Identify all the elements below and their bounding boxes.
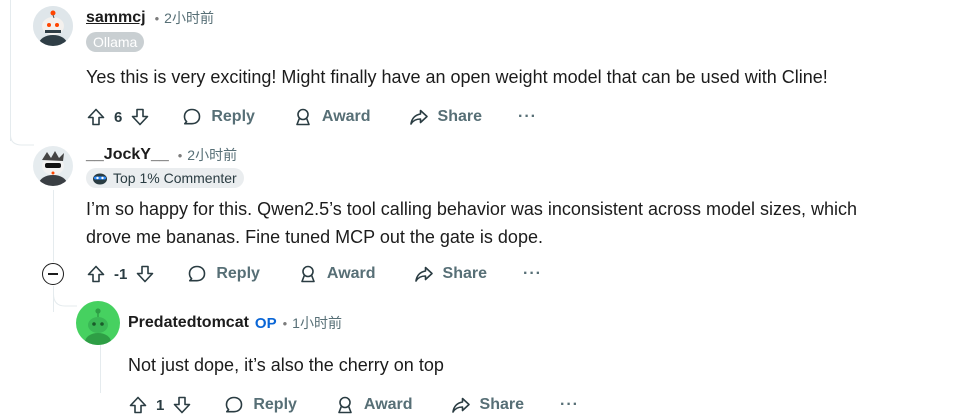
downvote-icon[interactable] xyxy=(130,107,150,127)
comment-line: drove me bananas. Fine tuned MCP out the… xyxy=(86,227,543,247)
user-flair: Top 1% Commenter xyxy=(86,168,244,188)
downvote-icon[interactable] xyxy=(135,264,155,284)
award-icon xyxy=(338,396,352,414)
upvote-icon[interactable] xyxy=(86,264,106,284)
share-label: Share xyxy=(437,108,482,125)
award-label: Award xyxy=(363,396,413,413)
username[interactable]: __JockY__ xyxy=(86,146,169,164)
thread-line xyxy=(53,190,54,262)
comment-actions: 1 Reply Award Share ··· xyxy=(128,391,579,419)
flair-label: Ollama xyxy=(93,34,138,50)
reply-label: Reply xyxy=(253,396,297,413)
more-options-button[interactable]: ··· xyxy=(560,396,579,414)
thread-connector xyxy=(53,286,77,307)
award-label: Award xyxy=(326,265,376,282)
avatar[interactable] xyxy=(33,6,73,46)
award-button[interactable]: Award xyxy=(293,107,371,127)
reply-label: Reply xyxy=(216,265,260,282)
comment-meta: Predatedtomcat OP • 1小时前 xyxy=(128,313,342,333)
share-icon xyxy=(414,266,433,282)
reply-button[interactable]: Reply xyxy=(224,395,297,415)
vote-count: 6 xyxy=(114,108,123,126)
reply-label: Reply xyxy=(211,108,255,125)
comment-actions: 6 Reply Award Share ··· xyxy=(86,103,537,131)
comment-meta: sammcj • 2小时前 xyxy=(86,8,214,28)
commenter-badge-icon xyxy=(92,171,108,185)
share-button[interactable]: Share xyxy=(451,395,524,415)
comment-meta: __JockY__ • 2小时前 xyxy=(86,145,237,165)
upvote-icon[interactable] xyxy=(128,395,148,415)
award-button[interactable]: Award xyxy=(298,264,376,284)
user-flair: Ollama xyxy=(86,32,145,52)
comment-line: Not just dope, it’s also the cherry on t… xyxy=(128,355,444,375)
timestamp[interactable]: 2小时前 xyxy=(164,8,214,28)
share-button[interactable]: Share xyxy=(409,107,482,127)
minus-icon xyxy=(48,273,58,275)
award-label: Award xyxy=(321,108,371,125)
vote-group: 1 xyxy=(128,395,192,415)
separator-dot: • xyxy=(282,315,288,331)
thread-line xyxy=(100,345,101,393)
separator-dot: • xyxy=(154,10,160,26)
thread-connector xyxy=(10,125,34,146)
more-options-button[interactable]: ··· xyxy=(523,265,542,283)
share-icon xyxy=(409,109,428,125)
comment-line: I’m so happy for this. Qwen2.5’s tool ca… xyxy=(86,199,858,219)
downvote-icon[interactable] xyxy=(172,395,192,415)
comment-line: Yes this is very exciting! Might finally… xyxy=(86,67,828,87)
flair-label: Top 1% Commenter xyxy=(113,170,237,186)
separator-dot: • xyxy=(177,147,183,163)
username[interactable]: Predatedtomcat xyxy=(128,314,249,332)
comment-body: Not just dope, it’s also the cherry on t… xyxy=(128,351,444,379)
avatar[interactable] xyxy=(33,146,73,186)
thread-line xyxy=(10,0,11,141)
award-button[interactable]: Award xyxy=(335,395,413,415)
reply-button[interactable]: Reply xyxy=(187,264,260,284)
reply-icon xyxy=(189,265,206,282)
timestamp[interactable]: 2小时前 xyxy=(187,145,237,165)
vote-group: -1 xyxy=(86,264,155,284)
comment-actions: -1 Reply Award Share ··· xyxy=(86,260,542,288)
comment-body: I’m so happy for this. Qwen2.5’s tool ca… xyxy=(86,195,857,251)
reply-icon xyxy=(226,396,243,413)
comment-body: Yes this is very exciting! Might finally… xyxy=(86,63,828,91)
vote-count: -1 xyxy=(114,265,128,283)
reply-button[interactable]: Reply xyxy=(182,107,255,127)
award-icon xyxy=(301,265,315,283)
share-label: Share xyxy=(479,396,524,413)
vote-count: 1 xyxy=(156,396,165,414)
username[interactable]: sammcj xyxy=(86,9,146,27)
reply-icon xyxy=(184,108,201,125)
share-label: Share xyxy=(442,265,487,282)
share-button[interactable]: Share xyxy=(414,264,487,284)
share-icon xyxy=(451,397,470,413)
timestamp[interactable]: 1小时前 xyxy=(292,313,342,333)
upvote-icon[interactable] xyxy=(86,107,106,127)
vote-group: 6 xyxy=(86,107,150,127)
avatar[interactable] xyxy=(76,301,120,345)
award-icon xyxy=(296,108,310,126)
more-options-button[interactable]: ··· xyxy=(518,108,537,126)
collapse-thread-button[interactable] xyxy=(42,263,64,285)
op-badge: OP xyxy=(254,314,277,332)
